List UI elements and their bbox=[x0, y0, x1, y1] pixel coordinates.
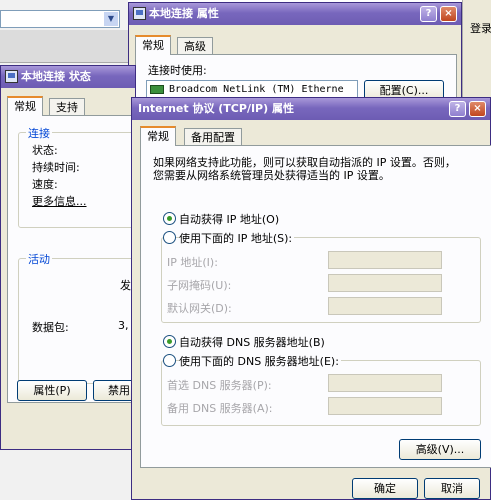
connection-properties-title: 本地连接 属性 bbox=[149, 7, 219, 20]
manual-dns-group bbox=[161, 360, 481, 426]
ok-button[interactable]: 确定 bbox=[352, 478, 418, 499]
activity-group-title: 活动 bbox=[26, 251, 52, 267]
subnet-mask-field[interactable] bbox=[328, 274, 442, 292]
more-info-link[interactable]: 更多信息... bbox=[32, 193, 87, 209]
packets-label: 数据包: bbox=[32, 321, 69, 334]
preferred-dns-field[interactable] bbox=[328, 374, 442, 392]
connection-status-titlebar[interactable]: 本地连接 状态 bbox=[1, 66, 135, 88]
status-label: 状态: bbox=[32, 144, 58, 157]
manual-ip-radio[interactable] bbox=[163, 231, 176, 244]
ip-address-label: IP 地址(I): bbox=[167, 256, 218, 269]
subnet-mask-label: 子网掩码(U): bbox=[167, 279, 232, 292]
status-panel: 连接 状态: 持续时间: 速度: 更多信息... 活动 发 数据包: 3, bbox=[7, 115, 148, 403]
properties-button[interactable]: 属性(P) bbox=[17, 380, 87, 401]
connection-group-title: 连接 bbox=[26, 125, 52, 141]
connection-status-window: 本地连接 状态 常规 支持 连接 状态: 持续时间: 速度: 更多信息... 活… bbox=[0, 65, 153, 450]
preferred-dns-label: 首选 DNS 服务器(P): bbox=[167, 379, 272, 392]
tab-general[interactable]: 常规 bbox=[140, 126, 176, 146]
background-address-combo[interactable]: ▼ bbox=[0, 10, 120, 28]
network-adapter-icon bbox=[150, 85, 164, 94]
chevron-down-icon[interactable]: ▼ bbox=[104, 12, 118, 26]
alternate-dns-field[interactable] bbox=[328, 397, 442, 415]
close-button[interactable]: × bbox=[469, 101, 486, 117]
tab-support[interactable]: 支持 bbox=[49, 98, 85, 116]
duration-label: 持续时间: bbox=[32, 161, 80, 174]
tab-general[interactable]: 常规 bbox=[135, 35, 171, 55]
alternate-dns-label: 备用 DNS 服务器(A): bbox=[167, 402, 273, 415]
help-button[interactable]: ? bbox=[420, 6, 437, 22]
auto-ip-label[interactable]: 自动获得 IP 地址(O) bbox=[179, 211, 279, 227]
tab-alternate-config[interactable]: 备用配置 bbox=[184, 128, 242, 146]
speed-label: 速度: bbox=[32, 178, 58, 191]
tcpip-general-panel: 如果网络支持此功能，则可以获取自动指派的 IP 设置。否则， 您需要从网络系统管… bbox=[140, 145, 491, 468]
tcpip-titlebar[interactable]: Internet 协议 (TCP/IP) 属性 ? × bbox=[132, 98, 490, 120]
tab-general[interactable]: 常规 bbox=[7, 96, 43, 116]
network-icon bbox=[133, 7, 146, 20]
default-gateway-label: 默认网关(D): bbox=[167, 302, 232, 315]
close-button[interactable]: × bbox=[440, 6, 457, 22]
help-button[interactable]: ? bbox=[449, 101, 466, 117]
auto-dns-label[interactable]: 自动获得 DNS 服务器地址(B) bbox=[179, 334, 325, 350]
description-line-2: 您需要从网络系统管理员处获得适当的 IP 设置。 bbox=[153, 169, 390, 182]
manual-dns-radio[interactable] bbox=[163, 354, 176, 367]
default-gateway-field[interactable] bbox=[328, 297, 442, 315]
tcpip-title: Internet 协议 (TCP/IP) 属性 bbox=[138, 102, 294, 115]
tcpip-properties-window: Internet 协议 (TCP/IP) 属性 ? × 常规 备用配置 如果网络… bbox=[131, 97, 491, 500]
login-label[interactable]: 登录 bbox=[470, 20, 491, 36]
background-toolbar-strip bbox=[0, 30, 128, 63]
network-icon bbox=[5, 70, 18, 83]
tab-advanced[interactable]: 高级 bbox=[177, 37, 213, 55]
packets-value: 3, bbox=[118, 319, 129, 332]
sent-label: 发 bbox=[120, 279, 131, 292]
cancel-button[interactable]: 取消 bbox=[424, 478, 480, 499]
auto-dns-radio[interactable] bbox=[163, 335, 176, 348]
adapter-name: Broadcom NetLink (TM) Etherne bbox=[169, 84, 344, 95]
connect-using-label: 连接时使用: bbox=[148, 64, 207, 77]
manual-ip-label[interactable]: 使用下面的 IP 地址(S): bbox=[179, 230, 295, 246]
advanced-button[interactable]: 高级(V)... bbox=[399, 439, 481, 460]
manual-dns-label[interactable]: 使用下面的 DNS 服务器地址(E): bbox=[179, 353, 341, 369]
status-window-bottom-strip bbox=[0, 450, 131, 500]
connection-status-title: 本地连接 状态 bbox=[21, 70, 91, 83]
right-desktop-strip bbox=[462, 0, 491, 98]
ip-address-field[interactable] bbox=[328, 251, 442, 269]
auto-ip-radio[interactable] bbox=[163, 212, 176, 225]
connection-properties-titlebar[interactable]: 本地连接 属性 ? × bbox=[129, 3, 461, 25]
